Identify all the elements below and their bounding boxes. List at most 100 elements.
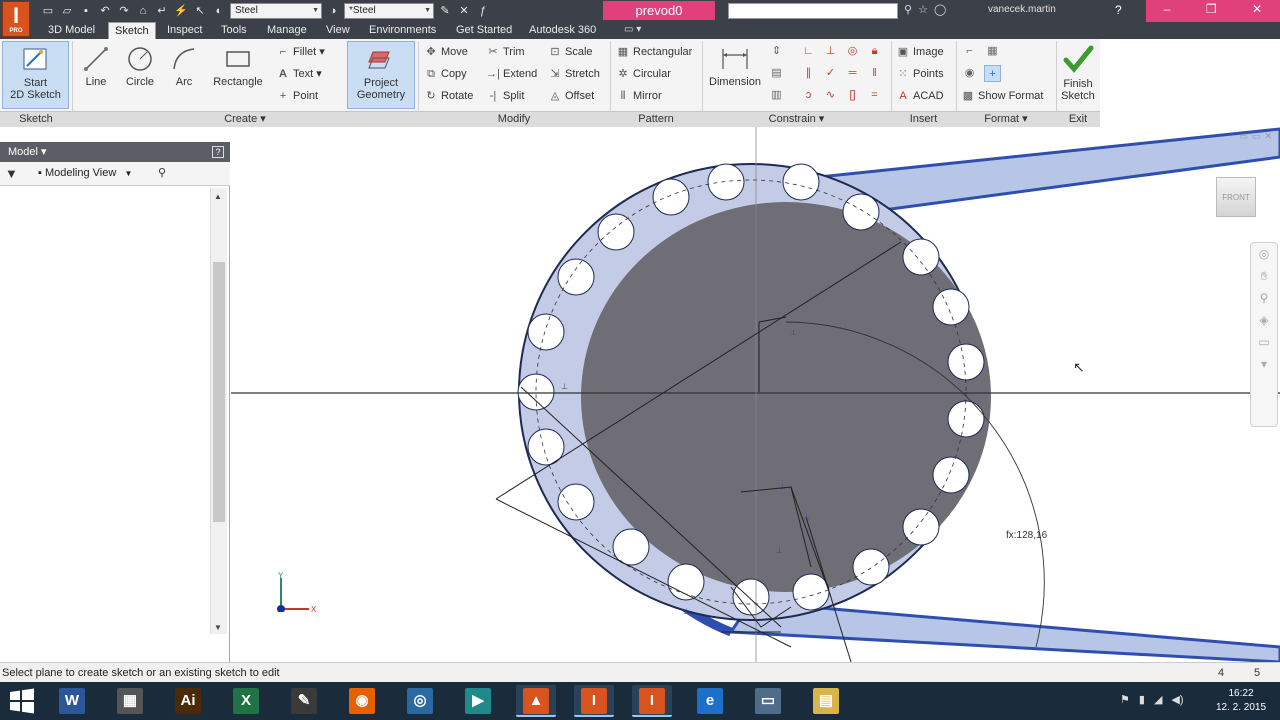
volume-icon[interactable]: ◀︎) [1171,693,1183,706]
star-icon[interactable]: ☆ [918,3,928,16]
update-icon[interactable]: ⚡ [173,4,189,19]
user-icon[interactable]: ◯ [934,3,946,16]
tab-environments[interactable]: Environments [363,22,442,39]
points-button[interactable]: ⁙ Points [896,65,943,83]
redo-icon[interactable]: ↷ [116,4,132,19]
parallel-icon[interactable]: ∥ [800,65,817,82]
taskbar-app-9-icon[interactable]: ▲ [516,685,556,717]
browser-help-icon[interactable]: ? [212,146,224,158]
new-icon[interactable]: ▭ [40,4,56,19]
look-at-icon[interactable]: ▭ [1251,331,1277,353]
centerline-icon[interactable]: ▦ [984,43,1001,60]
coincident-icon[interactable]: ∟ [800,43,817,60]
copy-button[interactable]: ⧉ Copy [424,65,467,83]
tab-sketch[interactable]: Sketch [108,22,156,39]
perpendicular-icon[interactable]: ✓ [822,65,839,82]
trim-button[interactable]: ✂ Trim [486,43,524,61]
tab-3d-model[interactable]: 3D Model [42,22,101,39]
symmetric-icon[interactable]: [] [844,87,861,104]
maximize-icon[interactable]: ❐ [1206,0,1217,22]
show-constraints-icon[interactable]: ▤ [768,65,785,82]
offset-button[interactable]: ◬ Offset [548,87,594,105]
taskbar-folder-icon[interactable]: ▤ [806,685,846,717]
modeling-view-select[interactable]: ▪ Modeling View [38,167,132,179]
graphics-window[interactable]: ⟂ ⊥ ⊥ ⊥ ⊥ ⊥ fx:128,16 FRONT ▭▭✕ ◎ ✋︎ ⚲ ◈… [231,127,1280,662]
arc-button[interactable]: Arc [170,41,198,88]
rectangular-pattern-button[interactable]: ▦ Rectangular [616,43,693,61]
taskbar-word-icon[interactable]: W [52,685,92,717]
project-geometry-button[interactable]: Project Geometry [347,41,415,109]
acad-button[interactable]: A ACAD [896,87,943,105]
open-icon[interactable]: ▱ [59,4,75,19]
filter-icon[interactable]: ▼ [5,166,18,181]
auto-dimension-icon[interactable]: ⇕ [768,43,785,60]
circle-button[interactable]: Circle [122,41,158,88]
taskbar-clapper-icon[interactable]: ▦ [110,685,150,717]
return-icon[interactable]: ↵ [154,4,170,19]
orbit-icon[interactable]: ◈ [1251,309,1277,331]
select-icon[interactable]: ↖ [192,4,208,19]
equal-icon[interactable]: = [866,87,883,104]
split-button[interactable]: -| Split [486,87,525,105]
horizontal-icon[interactable]: ═ [844,65,861,82]
stretch-button[interactable]: ⇲ Stretch [548,65,599,83]
material-select[interactable]: Steel [230,3,322,19]
panel-label-format[interactable]: Format ▾ [956,111,1056,127]
tab-autodesk-360[interactable]: Autodesk 360 [523,22,602,39]
viewcube[interactable]: FRONT [1216,177,1256,217]
browser-header[interactable]: Model ▾ ? [0,142,230,162]
find-icon[interactable]: ⚲ [158,166,166,179]
taskbar-firefox-icon[interactable]: ◉ [342,685,382,717]
taskbar-excel-icon[interactable]: X [226,685,266,717]
taskbar-inventor-1-icon[interactable]: I [574,685,614,717]
center-point-icon[interactable]: ◉ [961,65,978,82]
fix-icon[interactable]: 🔒︎ [866,43,883,60]
username[interactable]: vanecek.martin [988,4,1056,15]
taskbar-inventor-2-icon[interactable]: I [632,685,672,717]
panel-label-constrain[interactable]: Constrain ▾ [702,111,891,127]
adjust-icon[interactable]: ✎ [437,4,453,19]
tab-tools[interactable]: Tools [215,22,253,39]
color-icon[interactable]: ◐ [211,4,227,19]
dimension-label[interactable]: fx:128,16 [1006,530,1047,541]
move-button[interactable]: ✥ Move [424,43,468,61]
panel-label-create[interactable]: Create ▾ [72,111,418,127]
ribbon-display-icon[interactable]: ▭ ▾ [624,24,641,35]
appearance-select[interactable]: *Steel [344,3,434,19]
zoom-icon[interactable]: ⚲ [1251,287,1277,309]
tab-inspect[interactable]: Inspect [161,22,208,39]
close-icon[interactable]: ✕ [1252,0,1262,22]
smooth-icon[interactable]: ∿ [822,87,839,104]
help-icon[interactable]: ? [1115,3,1122,17]
mirror-button[interactable]: ⫴ Mirror [616,87,662,105]
search-input[interactable] [728,3,898,19]
browser-scrollbar[interactable]: ▲ ▼ [210,188,227,634]
fillet-button[interactable]: ⌐ Fillet ▾ [276,43,325,61]
vertical-icon[interactable]: ‖ [866,65,883,82]
line-button[interactable]: Line [80,41,112,88]
rectangle-button[interactable]: Rectangle [210,41,266,88]
taskbar-app-5-icon[interactable]: ✎ [284,685,324,717]
point-button[interactable]: + Point [276,87,318,105]
text-button[interactable]: A Text ▾ [276,65,322,83]
battery-icon[interactable]: ▮ [1139,693,1145,706]
start-2d-sketch-button[interactable]: Start 2D Sketch [2,41,69,109]
extend-button[interactable]: →| Extend [486,65,537,83]
scale-button[interactable]: ⊡ Scale [548,43,592,61]
clear-icon[interactable]: ✕ [456,4,472,19]
taskbar-app-13-icon[interactable]: ▭ [748,685,788,717]
dimension-button[interactable]: Dimension [707,41,763,88]
taskbar-disc-icon[interactable]: ◎ [400,685,440,717]
show-format-button[interactable]: ▩ Show Format [961,87,1044,105]
navbar-menu-icon[interactable]: ▾ [1251,353,1277,375]
collinear-icon[interactable]: ⊥ [822,43,839,60]
circular-pattern-button[interactable]: ✲ Circular [616,65,671,83]
app-menu-button[interactable]: I PRO [2,1,30,37]
taskbar-illustrator-icon[interactable]: Ai [168,685,208,717]
taskbar-ie-icon[interactable]: e [690,685,730,717]
minimize-icon[interactable]: – [1164,0,1171,22]
tangent-icon[interactable]: ↄ [800,87,817,104]
constraint-settings-icon[interactable]: ▥ [768,87,785,104]
construction-icon[interactable]: ⌐ [961,43,978,60]
rotate-button[interactable]: ↻ Rotate [424,87,473,105]
